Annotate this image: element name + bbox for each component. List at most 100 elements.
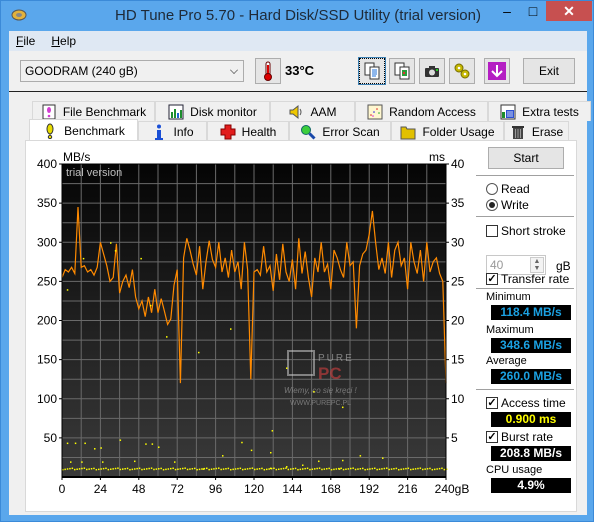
tab-health[interactable]: Health <box>207 121 289 141</box>
access-time-point <box>412 468 414 470</box>
access-time-point <box>258 468 261 470</box>
camera-icon <box>425 66 439 77</box>
write-radio[interactable]: Write <box>486 198 529 212</box>
burst-rate-value: 208.8 MB/s <box>491 446 571 461</box>
cpu-usage-value: 4.9% <box>491 478 571 493</box>
access-time-point <box>376 468 378 471</box>
minimize-button[interactable]: – <box>494 1 520 21</box>
access-time-point <box>424 468 426 470</box>
access-time-point <box>256 468 258 470</box>
access-time-point <box>66 442 69 445</box>
burst-rate-checkbox[interactable]: ✓ Burst rate <box>486 430 553 444</box>
access-time-point <box>93 467 95 470</box>
access-time-point <box>225 468 227 470</box>
access-time-point <box>287 468 290 471</box>
access-time-point <box>81 467 83 470</box>
write-radio-label: Write <box>501 198 529 212</box>
access-time-point <box>309 468 311 471</box>
access-time-point <box>400 468 402 471</box>
start-button[interactable]: Start <box>488 147 564 169</box>
access-time-point <box>270 451 272 454</box>
access-time-point <box>342 406 344 409</box>
app-window: HD Tune Pro 5.70 - Hard Disk/SSD Utility… <box>0 0 594 522</box>
access-time-point <box>381 468 383 470</box>
tab-file-benchmark[interactable]: File Benchmark <box>32 101 155 121</box>
menu-help[interactable]: Help <box>44 34 85 48</box>
tab-extra-tests[interactable]: Extra tests <box>488 101 591 121</box>
tab-disk-monitor[interactable]: Disk monitor <box>155 101 270 121</box>
tab-erase[interactable]: Erase <box>504 121 569 141</box>
exit-button[interactable]: Exit <box>523 58 575 84</box>
close-button[interactable]: ✕ <box>546 1 592 21</box>
access-time-point <box>158 446 160 448</box>
access-time-point <box>266 468 268 471</box>
x-tick-label: 120 <box>244 482 264 496</box>
access-time-point <box>202 468 205 470</box>
x-tick-label: 0 <box>59 482 66 496</box>
tab-info[interactable]: Info <box>138 121 207 141</box>
access-time-point <box>98 468 100 471</box>
x-tick-label: 48 <box>132 482 146 496</box>
maximize-button[interactable]: □ <box>520 1 546 21</box>
access-time-point <box>426 468 429 470</box>
access-time-point <box>333 468 335 471</box>
access-time-point <box>299 468 302 471</box>
copy-screenshot-button[interactable] <box>389 58 415 84</box>
access-time-point <box>220 468 222 471</box>
access-time-point <box>227 467 230 470</box>
menu-file[interactable]: File <box>9 34 44 48</box>
tab-folder-usage[interactable]: Folder Usage <box>391 121 504 141</box>
tab-aam-label: AAM <box>310 104 337 119</box>
tab-random-access-label: Random Access <box>389 104 476 119</box>
access-time-point <box>311 468 314 470</box>
save-button[interactable] <box>484 58 510 84</box>
access-time-point <box>172 467 174 470</box>
access-time-point <box>88 468 90 470</box>
title-bar[interactable]: HD Tune Pro 5.70 - Hard Disk/SSD Utility… <box>1 1 594 31</box>
short-stroke-checkbox[interactable]: Short stroke <box>486 224 566 238</box>
tab-row-top: File Benchmark Disk monitor AAM Random A… <box>32 101 591 121</box>
client-area: File Help GOODRAM (240 gB) 33°C Exit Fil… <box>9 31 591 515</box>
transfer-rate-label: Transfer rate <box>501 272 570 286</box>
check-icon: ✓ <box>486 273 498 285</box>
access-time-point <box>340 467 342 470</box>
copy-text-button[interactable] <box>358 57 386 85</box>
x-tick-label: 192 <box>359 482 379 496</box>
logo-pc-text: PC <box>318 364 342 383</box>
access-time-point <box>102 461 104 463</box>
tab-random-access[interactable]: Random Access <box>355 101 488 121</box>
extra-tests-icon <box>500 104 516 119</box>
access-time-point <box>270 467 272 470</box>
tab-aam[interactable]: AAM <box>270 101 355 121</box>
access-time-checkbox[interactable]: ✓ Access time <box>486 396 566 410</box>
tab-benchmark[interactable]: Benchmark <box>29 119 138 142</box>
x-tick-label: 24 <box>94 482 108 496</box>
disk-monitor-icon <box>168 104 184 119</box>
access-time-point <box>100 468 102 470</box>
access-time-point <box>345 468 347 470</box>
access-time-point <box>186 468 189 471</box>
spinner-arrows-icon[interactable]: ▲ ▼ <box>530 257 544 273</box>
screenshot-button[interactable] <box>419 58 445 84</box>
options-button[interactable] <box>449 58 475 84</box>
access-time-point <box>166 336 168 338</box>
access-time-label: Access time <box>501 396 566 410</box>
y-tick-label-left: 50 <box>44 431 58 445</box>
read-radio[interactable]: Read <box>486 182 530 196</box>
temperature-button[interactable] <box>255 58 281 84</box>
access-time-point <box>275 468 278 471</box>
options-icon <box>454 63 470 79</box>
tab-error-scan[interactable]: Error Scan <box>289 121 391 141</box>
access-time-point <box>208 468 210 471</box>
access-time-point <box>143 468 146 470</box>
transfer-rate-checkbox[interactable]: ✓ Transfer rate <box>486 272 569 286</box>
access-time-point <box>140 257 142 260</box>
access-time-point <box>110 242 112 244</box>
access-time-point <box>278 468 280 470</box>
drive-select[interactable]: GOODRAM (240 gB) <box>20 60 244 82</box>
access-time-point <box>136 467 138 470</box>
access-time-point <box>182 467 184 470</box>
x-tick-label: 168 <box>321 482 341 496</box>
access-time-point <box>162 468 165 471</box>
access-time-point <box>155 468 158 470</box>
